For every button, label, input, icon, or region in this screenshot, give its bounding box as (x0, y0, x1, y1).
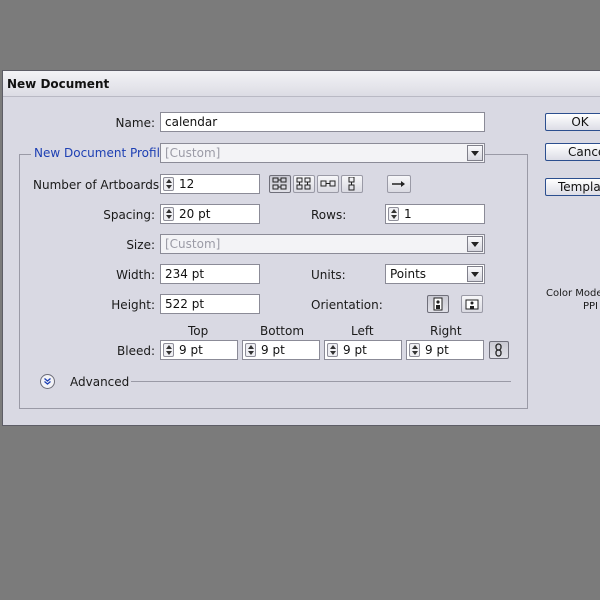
arrange-by-column-icon (348, 177, 355, 191)
profile-label: New Document Profile: (31, 146, 175, 160)
grid-by-row-icon (272, 177, 287, 190)
units-label: Units: (311, 268, 346, 282)
rows-value: 1 (404, 207, 412, 221)
grid-by-column-icon (296, 177, 311, 190)
profile-select-value: [Custom] (165, 146, 221, 160)
arrange-by-row-button[interactable] (317, 175, 339, 193)
artboards-stepper[interactable]: 12 (160, 174, 260, 194)
title-bar[interactable]: New Document (3, 71, 600, 97)
landscape-icon (465, 299, 479, 310)
ppi-label: PPI (583, 301, 599, 312)
size-select[interactable]: [Custom] (160, 234, 485, 254)
name-label: Name: (115, 116, 155, 130)
dialog-title: New Document (7, 77, 110, 91)
height-input[interactable]: 522 pt (160, 294, 260, 314)
bleed-right-label: Right (430, 324, 462, 338)
orientation-label: Orientation: (311, 298, 383, 312)
bleed-left-value: 9 pt (343, 343, 367, 357)
spacing-label: Spacing: (103, 208, 155, 222)
rows-stepper[interactable]: 1 (385, 204, 485, 224)
height-label: Height: (111, 298, 155, 312)
stepper-arrows-icon[interactable] (245, 343, 256, 357)
bleed-left-stepper[interactable]: 9 pt (324, 340, 402, 360)
rows-label: Rows: (311, 208, 347, 222)
stepper-arrows-icon[interactable] (409, 343, 420, 357)
advanced-divider (131, 381, 511, 382)
bleed-bottom-label: Bottom (260, 324, 305, 338)
size-label: Size: (126, 238, 155, 252)
spacing-value: 20 pt (179, 207, 211, 221)
chevron-down-icon[interactable] (467, 266, 483, 282)
stepper-arrows-icon[interactable] (163, 343, 174, 357)
advanced-toggle-button[interactable] (40, 374, 55, 389)
stepper-arrows-icon[interactable] (163, 177, 174, 191)
artboards-label: Number of Artboards: (33, 178, 164, 192)
bleed-right-value: 9 pt (425, 343, 449, 357)
chevron-down-icon[interactable] (467, 145, 483, 161)
width-input[interactable]: 234 pt (160, 264, 260, 284)
artboards-value: 12 (179, 177, 195, 191)
chevron-down-icon[interactable] (467, 236, 483, 252)
layout-direction-button[interactable] (387, 175, 411, 193)
units-select-value: Points (390, 267, 427, 281)
new-document-dialog: New Document Name: calendar New Document… (2, 70, 600, 426)
bleed-top-value: 9 pt (179, 343, 203, 357)
arrange-by-column-button[interactable] (341, 175, 363, 193)
stepper-arrows-icon[interactable] (163, 207, 174, 221)
grid-by-row-button[interactable] (269, 175, 291, 193)
portrait-icon (433, 297, 443, 311)
advanced-label: Advanced (70, 375, 130, 389)
bleed-left-label: Left (351, 324, 374, 338)
width-label: Width: (116, 268, 155, 282)
ok-button[interactable]: OK (545, 113, 600, 131)
bleed-top-stepper[interactable]: 9 pt (160, 340, 238, 360)
grid-by-column-button[interactable] (293, 175, 315, 193)
stepper-arrows-icon[interactable] (327, 343, 338, 357)
spacing-stepper[interactable]: 20 pt (160, 204, 260, 224)
name-input[interactable]: calendar (160, 112, 485, 132)
size-select-value: [Custom] (165, 237, 221, 251)
bleed-top-label: Top (188, 324, 209, 338)
portrait-button[interactable] (427, 295, 449, 313)
bleed-bottom-value: 9 pt (261, 343, 285, 357)
bleed-label: Bleed: (117, 344, 155, 358)
arrange-by-row-icon (320, 180, 336, 187)
arrow-right-icon (392, 181, 405, 187)
color-mode-label: Color Mode (546, 288, 600, 299)
bleed-right-stepper[interactable]: 9 pt (406, 340, 484, 360)
profile-select[interactable]: [Custom] (160, 143, 485, 163)
units-select[interactable]: Points (385, 264, 485, 284)
stepper-arrows-icon[interactable] (388, 207, 399, 221)
link-bleed-button[interactable] (489, 341, 509, 359)
landscape-button[interactable] (461, 295, 483, 313)
cancel-button[interactable]: Cancel (545, 143, 600, 161)
link-icon (495, 343, 502, 357)
chevron-down-icon (44, 378, 51, 385)
templates-button[interactable]: Templates... (545, 178, 600, 196)
bleed-bottom-stepper[interactable]: 9 pt (242, 340, 320, 360)
